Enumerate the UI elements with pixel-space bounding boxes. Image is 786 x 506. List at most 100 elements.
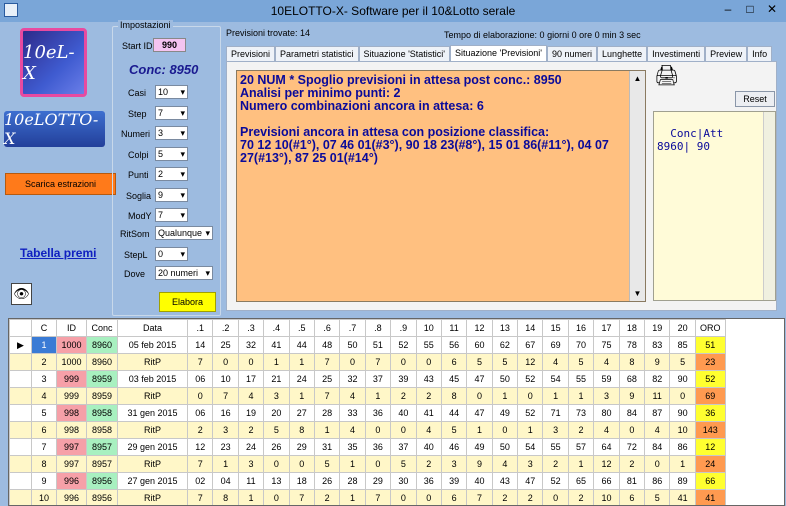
number-cell[interactable]: 84 bbox=[618, 404, 646, 422]
number-cell[interactable]: 47 bbox=[517, 472, 544, 490]
row-data[interactable]: 03 feb 2015 bbox=[117, 370, 188, 388]
number-cell[interactable]: 73 bbox=[567, 404, 595, 422]
tab-situazione-previsioni[interactable]: Situazione 'Previsioni' bbox=[450, 45, 548, 61]
number-cell[interactable]: 0 bbox=[186, 387, 214, 405]
row-id[interactable]: 999 bbox=[56, 387, 87, 405]
number-cell[interactable]: 59 bbox=[593, 370, 620, 388]
number-cell[interactable]: 4 bbox=[339, 387, 366, 405]
number-cell[interactable]: 69 bbox=[542, 336, 569, 354]
number-cell[interactable]: 2 bbox=[618, 455, 646, 473]
table-row[interactable]: 6 998 8958 RitP 2 3 2 5 8 1 4 0 0 4 5 1 0 1 3 2 4 0 4 10 143 bbox=[9, 421, 726, 439]
row-c[interactable]: 7 bbox=[31, 438, 57, 456]
column-header[interactable]: ID bbox=[56, 319, 87, 337]
number-cell[interactable]: 8 bbox=[618, 353, 646, 371]
number-cell[interactable]: 43 bbox=[415, 370, 442, 388]
number-cell[interactable]: 39 bbox=[390, 370, 417, 388]
reset-button[interactable]: Reset bbox=[735, 91, 775, 107]
field-select-dove[interactable]: 20 numeri bbox=[155, 266, 213, 280]
number-cell[interactable]: 39 bbox=[440, 472, 468, 490]
number-cell[interactable]: 10 bbox=[669, 421, 696, 439]
row-selector[interactable] bbox=[9, 472, 32, 490]
row-c[interactable]: 8 bbox=[31, 455, 57, 473]
number-cell[interactable]: 50 bbox=[339, 336, 366, 354]
number-cell[interactable]: 85 bbox=[669, 336, 696, 354]
row-c[interactable]: 3 bbox=[31, 370, 57, 388]
number-cell[interactable]: 23 bbox=[212, 438, 239, 456]
row-data[interactable]: 29 gen 2015 bbox=[117, 438, 188, 456]
number-cell[interactable]: 1 bbox=[263, 353, 290, 371]
number-cell[interactable]: 2 bbox=[313, 489, 341, 505]
number-cell[interactable]: 17 bbox=[237, 370, 265, 388]
number-cell[interactable]: 12 bbox=[593, 455, 620, 473]
number-cell[interactable]: 4 bbox=[542, 353, 569, 371]
number-cell[interactable]: 24 bbox=[237, 438, 265, 456]
number-cell[interactable]: 54 bbox=[517, 438, 544, 456]
number-cell[interactable]: 1 bbox=[567, 455, 595, 473]
column-header[interactable]: .8 bbox=[364, 319, 392, 337]
row-id[interactable]: 1000 bbox=[56, 353, 87, 371]
eye-icon[interactable]: 👁 bbox=[11, 283, 32, 305]
row-selector[interactable]: ▶ bbox=[9, 336, 32, 354]
column-header[interactable]: .4 bbox=[263, 319, 290, 337]
column-header[interactable]: 12 bbox=[466, 319, 493, 337]
column-header[interactable]: .9 bbox=[390, 319, 417, 337]
oro-cell[interactable]: 66 bbox=[694, 472, 726, 490]
row-data[interactable]: RitP bbox=[117, 455, 188, 473]
column-header[interactable]: 19 bbox=[644, 319, 671, 337]
number-cell[interactable]: 50 bbox=[491, 438, 519, 456]
printer-icon[interactable]: 🖨 bbox=[654, 64, 679, 88]
number-cell[interactable]: 0 bbox=[390, 489, 417, 505]
maximize-button[interactable]: □ bbox=[740, 2, 760, 18]
number-cell[interactable]: 52 bbox=[390, 336, 417, 354]
number-cell[interactable]: 8 bbox=[212, 489, 239, 505]
number-cell[interactable]: 4 bbox=[491, 455, 519, 473]
number-cell[interactable]: 5 bbox=[440, 421, 468, 439]
number-cell[interactable]: 7 bbox=[466, 489, 493, 505]
scarica-estrazioni-button[interactable]: Scarica estrazioni bbox=[5, 173, 116, 195]
number-cell[interactable]: 67 bbox=[517, 336, 544, 354]
number-cell[interactable]: 9 bbox=[644, 353, 671, 371]
number-cell[interactable]: 7 bbox=[186, 455, 214, 473]
number-cell[interactable]: 16 bbox=[212, 404, 239, 422]
number-cell[interactable]: 80 bbox=[593, 404, 620, 422]
number-cell[interactable]: 2 bbox=[491, 489, 519, 505]
table-row[interactable]: 5 998 8958 31 gen 2015 06 16 19 20 27 28 33 36 40 41 4… bbox=[9, 404, 726, 422]
number-cell[interactable]: 1 bbox=[542, 387, 569, 405]
field-select-stepl[interactable]: 0 bbox=[155, 247, 188, 261]
number-cell[interactable]: 26 bbox=[313, 472, 341, 490]
number-cell[interactable]: 9 bbox=[618, 387, 646, 405]
column-header[interactable] bbox=[9, 319, 32, 337]
number-cell[interactable]: 86 bbox=[644, 472, 671, 490]
oro-cell[interactable]: 69 bbox=[694, 387, 726, 405]
number-cell[interactable]: 11 bbox=[644, 387, 671, 405]
number-cell[interactable]: 52 bbox=[517, 404, 544, 422]
number-cell[interactable]: 1 bbox=[491, 387, 519, 405]
column-header[interactable]: Conc bbox=[86, 319, 118, 337]
number-cell[interactable]: 0 bbox=[390, 421, 417, 439]
row-data[interactable]: 31 gen 2015 bbox=[117, 404, 188, 422]
column-header[interactable]: .5 bbox=[288, 319, 315, 337]
close-button[interactable]: ✕ bbox=[762, 2, 782, 18]
row-id[interactable]: 996 bbox=[56, 472, 87, 490]
oro-cell[interactable]: 24 bbox=[694, 455, 726, 473]
field-select-soglia[interactable]: 9 bbox=[155, 188, 188, 202]
number-cell[interactable]: 1 bbox=[288, 387, 315, 405]
number-cell[interactable]: 2 bbox=[415, 455, 442, 473]
number-cell[interactable]: 44 bbox=[440, 404, 468, 422]
number-cell[interactable]: 02 bbox=[186, 472, 214, 490]
number-cell[interactable]: 43 bbox=[491, 472, 519, 490]
number-cell[interactable]: 55 bbox=[415, 336, 442, 354]
number-cell[interactable]: 41 bbox=[669, 489, 696, 505]
table-row[interactable]: 7 997 8957 29 gen 2015 12 23 24 26 29 31 35 36 37 40 4… bbox=[9, 438, 726, 456]
tab-parametri-statistici[interactable]: Parametri statistici bbox=[275, 46, 359, 61]
row-c[interactable]: 6 bbox=[31, 421, 57, 439]
number-cell[interactable]: 49 bbox=[491, 404, 519, 422]
column-header[interactable]: ORO bbox=[694, 319, 726, 337]
row-selector[interactable] bbox=[9, 438, 32, 456]
number-cell[interactable]: 66 bbox=[593, 472, 620, 490]
row-data[interactable]: RitP bbox=[117, 489, 188, 505]
field-select-ritsom[interactable]: Qualunque bbox=[155, 226, 213, 240]
number-cell[interactable]: 36 bbox=[364, 404, 392, 422]
row-data[interactable]: RitP bbox=[117, 353, 188, 371]
number-cell[interactable]: 1 bbox=[339, 455, 366, 473]
